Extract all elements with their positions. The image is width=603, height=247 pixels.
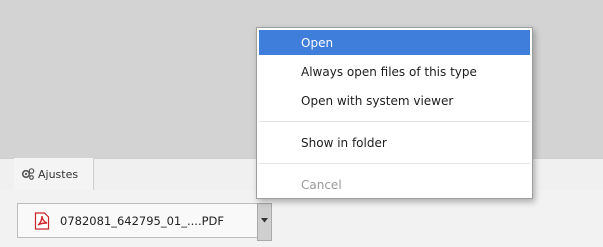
menu-item-open[interactable]: Open (259, 30, 530, 55)
settings-tab[interactable]: Ajustes (14, 158, 94, 190)
download-item[interactable]: 0782081_642795_01_....PDF (17, 203, 257, 238)
menu-item-open-system-viewer[interactable]: Open with system viewer (259, 88, 530, 113)
menu-separator (259, 163, 530, 164)
menu-separator (259, 121, 530, 122)
menu-item-always-open[interactable]: Always open files of this type (259, 59, 530, 84)
download-menu-button[interactable] (257, 203, 272, 241)
pdf-icon (34, 211, 50, 230)
download-context-menu: Open Always open files of this type Open… (256, 27, 533, 199)
menu-item-cancel[interactable]: Cancel (259, 172, 530, 197)
settings-tab-label: Ajustes (38, 167, 79, 181)
gears-icon (21, 167, 35, 181)
chevron-down-icon (261, 216, 268, 225)
menu-item-show-in-folder[interactable]: Show in folder (259, 130, 530, 155)
download-filename: 0782081_642795_01_....PDF (60, 213, 225, 228)
